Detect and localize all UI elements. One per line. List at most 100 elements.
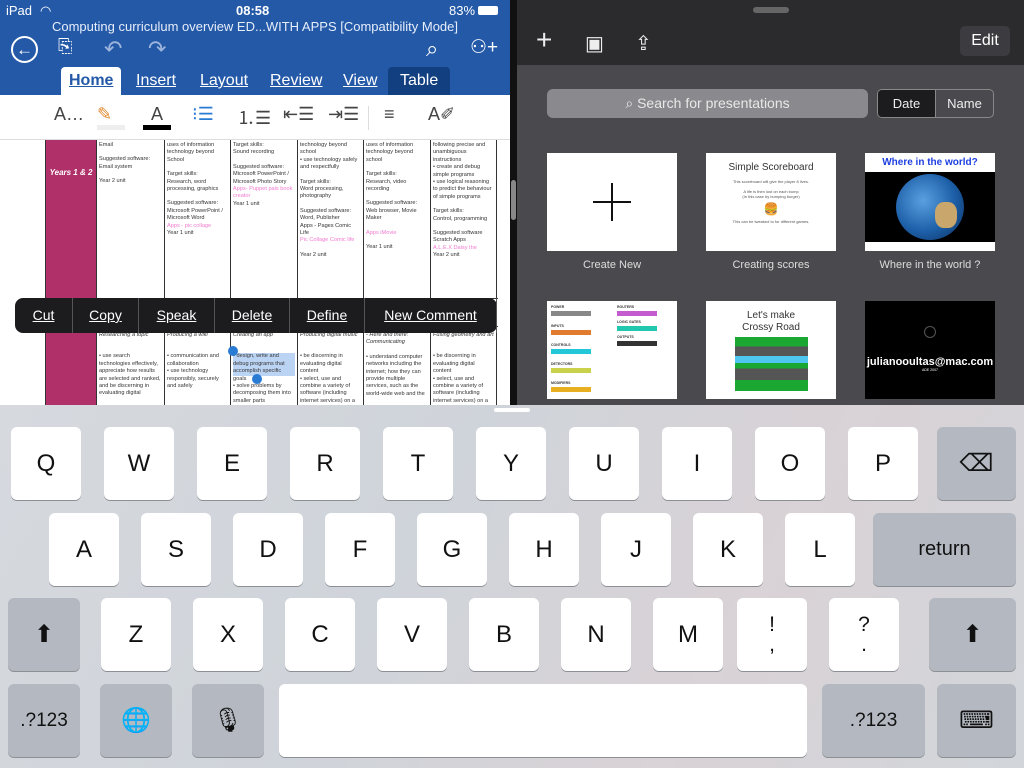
cell-text: • create and debug simple programs xyxy=(433,164,481,178)
undo-icon[interactable]: ↶ xyxy=(104,36,122,62)
bullets-icon[interactable]: ⁝☰ xyxy=(192,104,214,125)
paragraph-options-icon[interactable]: ≡ xyxy=(384,104,395,125)
key-h[interactable]: H xyxy=(509,513,579,586)
create-new-thumbnail[interactable] xyxy=(547,153,677,251)
key-q[interactable]: Q xyxy=(11,427,81,500)
add-icon[interactable]: + xyxy=(536,24,552,56)
key-s[interactable]: S xyxy=(141,513,211,586)
menu-item-speak[interactable]: Speak xyxy=(139,298,215,333)
shift-key-left[interactable]: ⬆ xyxy=(8,598,80,671)
table-cell[interactable]: Fusing geometry and art • be discerning i… xyxy=(431,330,497,405)
table-cell[interactable]: Researching a topic • use search technolo… xyxy=(97,330,165,405)
edit-button[interactable]: Edit xyxy=(960,26,1010,56)
presentation-thumbnail[interactable]: Let's make Crossy Road xyxy=(706,301,836,399)
app-handle[interactable] xyxy=(753,7,789,13)
dismiss-keyboard-key[interactable]: ⌨ xyxy=(937,684,1016,757)
table-cell[interactable]: Creating an app • design, write and debug… xyxy=(231,330,298,405)
file-icon[interactable]: ⎘ xyxy=(58,36,72,57)
search-icon[interactable]: ⌕ xyxy=(426,36,438,62)
numbers-key-right[interactable]: .?123 xyxy=(822,684,925,757)
highlighter-icon[interactable]: ✎ xyxy=(97,104,125,130)
backspace-key[interactable]: ⌫ xyxy=(937,427,1016,500)
tab-home[interactable]: Home xyxy=(61,67,122,95)
key-p[interactable]: P xyxy=(848,427,918,500)
menu-item-define[interactable]: Define xyxy=(290,298,365,333)
increase-indent-icon[interactable]: ⇥☰ xyxy=(328,104,359,125)
table-cell[interactable]: uses of information technology beyond Sc… xyxy=(165,140,231,298)
table-cell[interactable]: Email Suggested software: Email system Year… xyxy=(97,140,165,298)
presentation-thumbnail[interactable]: Simple Scoreboard This scoreboard will g… xyxy=(706,153,836,251)
key-x[interactable]: X xyxy=(193,598,263,671)
key-y[interactable]: Y xyxy=(476,427,546,500)
presentation-thumbnail[interactable]: julianooultas@mac.com ADE 2007 xyxy=(865,301,995,399)
key-a[interactable]: A xyxy=(49,513,119,586)
key-k[interactable]: K xyxy=(693,513,763,586)
key-o[interactable]: O xyxy=(755,427,825,500)
search-presentations-input[interactable]: ⌕ Search for presentations xyxy=(547,89,868,118)
key-n[interactable]: N xyxy=(561,598,631,671)
key-c[interactable]: C xyxy=(285,598,355,671)
share-icon[interactable]: ⇪ xyxy=(635,31,652,56)
key-m[interactable]: M xyxy=(653,598,723,671)
presentation-thumbnail[interactable]: Where in the world? xyxy=(865,153,995,251)
redo-icon[interactable]: ↷ xyxy=(148,36,166,62)
tab-review[interactable]: Review xyxy=(262,67,330,95)
styles-icon[interactable]: A✐ xyxy=(428,104,455,125)
tab-table[interactable]: Table xyxy=(388,67,451,95)
cell-text: Year 1 unit xyxy=(366,244,393,251)
document-canvas[interactable]: Years 1 & 2 Email Suggested software: Emai… xyxy=(0,140,510,405)
menu-item-delete[interactable]: Delete xyxy=(215,298,290,333)
table-cell[interactable]: Target skills: Sound recording Suggested s… xyxy=(231,140,298,298)
add-person-icon[interactable]: ⚇+ xyxy=(470,36,498,59)
key-d[interactable]: D xyxy=(233,513,303,586)
return-key[interactable]: return xyxy=(873,513,1016,586)
key-f[interactable]: F xyxy=(325,513,395,586)
table-cell[interactable]: uses of information technology beyond sc… xyxy=(364,140,431,298)
table-cell[interactable]: technology beyond school • use technology… xyxy=(298,140,364,298)
dictation-key[interactable]: 🎙 xyxy=(192,684,264,757)
key-g[interactable]: G xyxy=(417,513,487,586)
play-icon[interactable]: ▣ xyxy=(585,31,604,56)
key-j[interactable]: J xyxy=(601,513,671,586)
presentation-thumbnail[interactable]: POWER INPUTS CONTROLS DETECTORS MODIFIERS ROU… xyxy=(547,301,677,399)
split-view-divider[interactable] xyxy=(510,0,517,405)
table-cell[interactable]: Producing digital music • be discerning i… xyxy=(298,330,364,405)
selection-handle-end[interactable] xyxy=(252,374,262,384)
space-key[interactable] xyxy=(279,684,807,757)
numbering-icon[interactable]: ⒈☰ xyxy=(237,104,271,130)
key-b[interactable]: B xyxy=(469,598,539,671)
menu-item-copy[interactable]: Copy xyxy=(73,298,139,333)
key-e[interactable]: E xyxy=(197,427,267,500)
key-u[interactable]: U xyxy=(569,427,639,500)
cell-text: Researching a topic xyxy=(99,332,149,338)
key-z[interactable]: Z xyxy=(101,598,171,671)
key-t[interactable]: T xyxy=(383,427,453,500)
font-color-icon[interactable]: A xyxy=(143,104,171,130)
menu-item-new-comment[interactable]: New Comment xyxy=(365,298,497,333)
table-cell[interactable]: following precise and unambiguous instru… xyxy=(431,140,497,298)
sort-name[interactable]: Name xyxy=(935,90,993,117)
sort-date[interactable]: Date xyxy=(878,90,935,117)
key-l[interactable]: L xyxy=(785,513,855,586)
selection-handle-start[interactable] xyxy=(228,346,238,356)
key-punct-0[interactable]: !, xyxy=(737,598,807,671)
key-punct-1[interactable]: ?. xyxy=(829,598,899,671)
key-r[interactable]: R xyxy=(290,427,360,500)
shift-key-right[interactable]: ⬆ xyxy=(929,598,1016,671)
decrease-indent-icon[interactable]: ⇤☰ xyxy=(283,104,314,125)
globe-key[interactable]: 🌐 xyxy=(100,684,172,757)
key-i[interactable]: I xyxy=(662,427,732,500)
font-options-icon[interactable]: A… xyxy=(54,104,84,125)
menu-item-cut[interactable]: Cut xyxy=(15,298,73,333)
keyboard-handle[interactable] xyxy=(494,408,530,412)
back-icon[interactable]: ← xyxy=(11,36,38,63)
table-cell[interactable]: Producing a wiki • communication and coll… xyxy=(165,330,231,405)
tab-layout[interactable]: Layout xyxy=(192,67,256,95)
cell-text: Research, video recording xyxy=(366,178,407,193)
numbers-key-left[interactable]: .?123 xyxy=(8,684,80,757)
key-w[interactable]: W xyxy=(104,427,174,500)
key-v[interactable]: V xyxy=(377,598,447,671)
tab-view[interactable]: View xyxy=(335,67,385,95)
tab-insert[interactable]: Insert xyxy=(128,67,184,95)
table-cell[interactable]: - Here and there: Communicating • underst… xyxy=(364,330,431,405)
